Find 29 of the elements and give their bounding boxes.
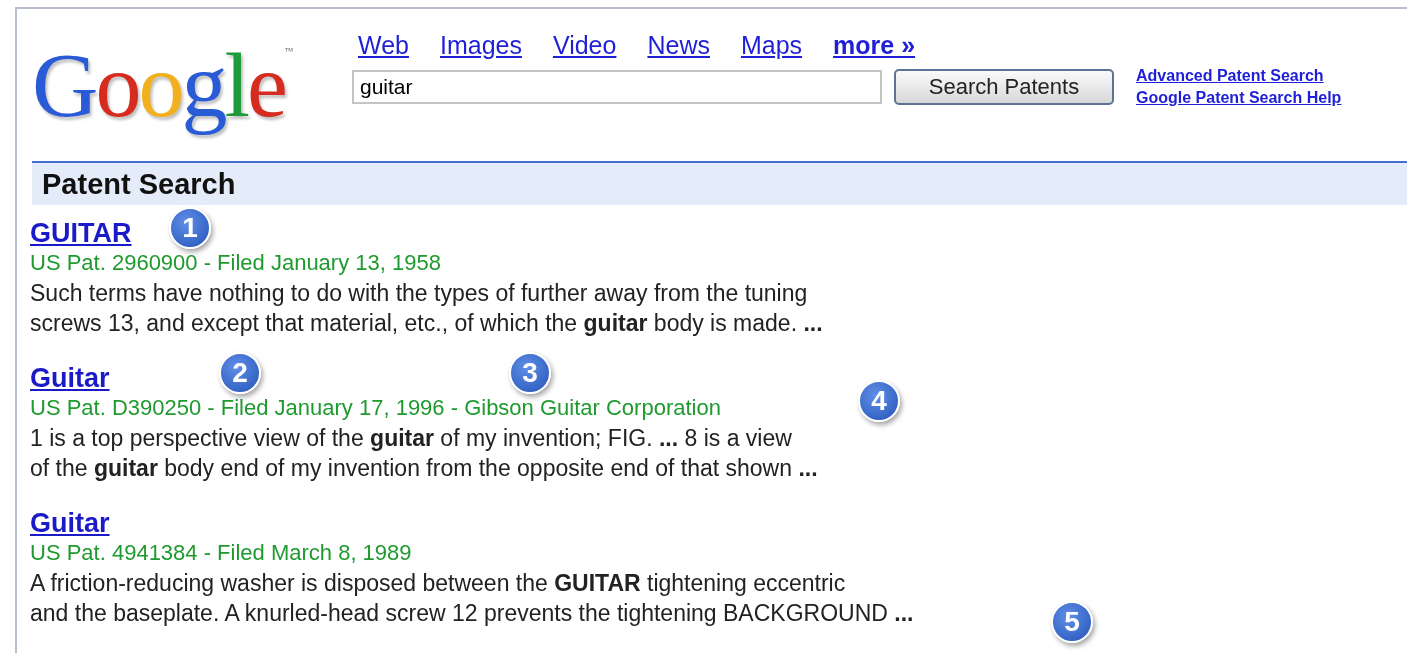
nav-link[interactable]: Video: [552, 31, 617, 60]
result-snippet: Such terms have nothing to do with the types of further away from the tuning: [30, 279, 808, 308]
result-snippet: of the guitar body end of my invention from the opposite end of that shown ...: [30, 454, 818, 483]
number-callout: 4: [858, 380, 900, 422]
result-title-link[interactable]: Guitar: [30, 363, 110, 393]
nav-link[interactable]: Images: [439, 31, 522, 60]
result-meta: US Pat. D390250 - Filed January 17, 1996 - Gibson Guitar Corporation: [30, 394, 721, 422]
result-snippet: and the baseplate. A knurled-head screw 12 prevents the tightening BACKGROUND ...: [30, 599, 914, 628]
number-callout: 3: [509, 352, 551, 394]
result-snippet: A friction-reducing washer is disposed between the GUITAR tightening eccentric: [30, 569, 846, 598]
search-field[interactable]: guitar: [352, 70, 882, 104]
nav-link[interactable]: Web: [358, 31, 409, 60]
nav-link[interactable]: Maps: [740, 31, 803, 60]
nav-link[interactable]: News: [647, 31, 710, 60]
section-title: Patent Search: [42, 167, 236, 201]
result-meta: US Pat. 4941384 - Filed March 8, 1989: [30, 539, 412, 567]
google-logo: Google$^{™}$: [32, 39, 295, 138]
number-callout: 1: [169, 207, 211, 249]
search-button[interactable]: Search Patents: [894, 69, 1114, 105]
number-callout: 5: [1051, 601, 1093, 643]
result-title-link[interactable]: GUITAR: [30, 218, 132, 248]
nav-link[interactable]: more »: [833, 31, 916, 60]
number-callout: 2: [219, 352, 261, 394]
result-snippet: 1 is a top perspective view of the guitar of my invention; FIG. ... 8 is a view: [30, 424, 792, 453]
side-link[interactable]: Google Patent Search Help: [1136, 89, 1342, 107]
result-title-link[interactable]: Guitar: [30, 508, 110, 538]
result-snippet: screws 13, and except that material, etc., of which the guitar body is made. ...: [30, 309, 823, 338]
result-meta: US Pat. 2960900 - Filed January 13, 1958: [30, 249, 441, 277]
side-link[interactable]: Advanced Patent Search: [1136, 67, 1342, 85]
